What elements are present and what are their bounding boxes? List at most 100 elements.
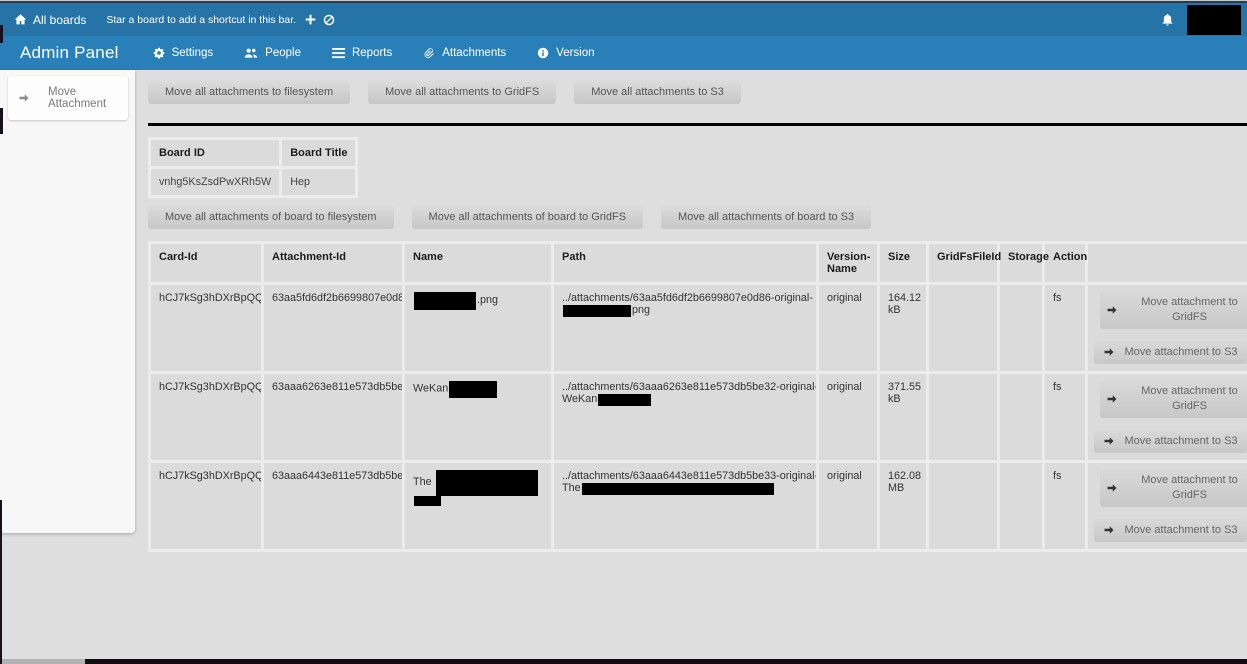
nav-item-label: People [265, 47, 301, 59]
storage-cell [1000, 374, 1042, 460]
card-id-cell: hCJ7kSg3hDXrBpQQa [151, 285, 261, 371]
move-all-attachments-to-filesystem-button[interactable]: Move all attachments to filesystem [148, 80, 350, 104]
board-table-row: vnhg5KsZsdPwXRh5WHep [151, 169, 355, 195]
nav-item-attachments[interactable]: Attachments [423, 47, 506, 59]
screen-edge-artifact [0, 25, 3, 43]
path-cell: ../attachments/63aaa6263e811e573db5be32-… [554, 374, 816, 460]
screen-edge-artifact [0, 500, 2, 664]
nav-item-people[interactable]: People [244, 47, 301, 59]
arrow-right-icon [18, 92, 30, 104]
card-id-cell: hCJ7kSg3hDXrBpQQa [151, 463, 261, 549]
redacted-box [414, 292, 476, 310]
board-actions-row: Move all attachments of board to filesys… [148, 205, 1247, 229]
main-content: Move all attachments to filesystem Move a… [135, 70, 1247, 552]
info-icon [537, 47, 549, 59]
move-all-attachments-to-s3-button[interactable]: Move all attachments to S3 [574, 80, 741, 104]
user-avatar-redacted[interactable] [1187, 5, 1241, 35]
attachments-table-header: Card-Id [151, 244, 261, 282]
move-all-attachments-of-board-to-gridfs-button[interactable]: Move all attachments of board to GridFS [412, 205, 643, 229]
ban-icon[interactable] [323, 14, 335, 26]
gridfs-file-id-cell [929, 374, 997, 460]
board-table-header: Board Title [282, 140, 355, 166]
button-label: Move attachment to GridFS [1127, 295, 1247, 325]
path-cell: ../attachments/63aa5fd6df2b6699807e0d86-… [554, 285, 816, 371]
attachment-id-cell: 63aaa6263e811e573db5be32 [264, 374, 402, 460]
button-label: Move attachment to S3 [1124, 434, 1237, 449]
button-label: Move attachment to GridFS [1127, 384, 1247, 414]
screen-edge-artifact [0, 108, 3, 134]
board-table-cell: Hep [282, 169, 355, 195]
attachments-table-header: Storage [1000, 244, 1042, 282]
nav-item-label: Settings [172, 47, 214, 59]
board-table: Board IDBoard Title vnhg5KsZsdPwXRh5WHep [148, 137, 358, 198]
nav-item-reports[interactable]: Reports [332, 47, 392, 59]
button-label: Move attachment to GridFS [1127, 473, 1247, 503]
attachments-table-header: Version-Name [819, 244, 877, 282]
attachment-id-cell: 63aaa6443e811e573db5be33 [264, 463, 402, 549]
redacted-box [449, 381, 497, 398]
arrow-right-icon [1106, 393, 1118, 405]
nav-item-label: Attachments [442, 47, 506, 59]
board-table-header: Board ID [151, 140, 279, 166]
action-cell: fs [1045, 374, 1085, 460]
home-icon [14, 13, 27, 26]
attachments-table-header: Path [554, 244, 816, 282]
action-cell: fs [1045, 463, 1085, 549]
attachment-row: hCJ7kSg3hDXrBpQQa63aaa6443e811e573db5be3… [151, 463, 1247, 549]
name-cell: The [405, 463, 551, 549]
attachments-table-header: Action [1045, 244, 1085, 282]
nav-item-label: Version [556, 47, 594, 59]
version-name-cell: original [819, 285, 877, 371]
version-name-cell: original [819, 374, 877, 460]
move-attachment-to-s3-button[interactable]: Move attachment to S3 [1094, 519, 1247, 542]
size-cell: 371.55 kB [880, 374, 926, 460]
button-label: Move attachment to S3 [1124, 523, 1237, 538]
storage-cell [1000, 463, 1042, 549]
page-title: Admin Panel [20, 43, 119, 63]
move-all-attachments-of-board-to-filesystem-button[interactable]: Move all attachments of board to filesys… [148, 205, 394, 229]
cell-text: ../attachments/63aa5fd6df2b6699807e0d86-… [562, 292, 813, 304]
move-all-attachments-to-gridfs-button[interactable]: Move all attachments to GridFS [368, 80, 556, 104]
move-attachment-to-s3-button[interactable]: Move attachment to S3 [1094, 341, 1247, 364]
attachments-table-header: GridFsFileId [929, 244, 997, 282]
move-attachment-to-s3-button[interactable]: Move attachment to S3 [1094, 430, 1247, 453]
global-actions-row: Move all attachments to filesystem Move a… [148, 80, 1247, 104]
nav-item-settings[interactable]: Settings [153, 47, 214, 59]
attachments-table: Card-IdAttachment-IdNamePathVersion-Name… [148, 241, 1247, 552]
bell-icon[interactable] [1161, 13, 1174, 26]
redacted-box [436, 470, 538, 496]
cell-text: ../attachments/63aaa6443e811e573db5be33-… [562, 470, 816, 482]
storage-cell [1000, 285, 1042, 371]
plus-icon[interactable] [305, 14, 316, 25]
nav-item-version[interactable]: Version [537, 47, 594, 59]
attachments-table-header: Name [405, 244, 551, 282]
screen-edge-artifact-bottom-black [85, 659, 1247, 664]
admin-header: Admin Panel Settings People Reports Attachm… [0, 36, 1247, 70]
nav-item-label: Reports [352, 47, 392, 59]
gridfs-file-id-cell [929, 285, 997, 371]
path-cell: ../attachments/63aaa6443e811e573db5be33-… [554, 463, 816, 549]
move-attachment-to-gridfs-button[interactable]: Move attachment to GridFS [1100, 291, 1247, 329]
attachments-table-header: Attachment-Id [264, 244, 402, 282]
size-cell: 164.12 kB [880, 285, 926, 371]
move-attachment-to-gridfs-button[interactable]: Move attachment to GridFS [1100, 469, 1247, 507]
row-actions-cell: Move attachment to GridFS Move attachment… [1088, 374, 1247, 460]
move-all-attachments-of-board-to-s3-button[interactable]: Move all attachments of board to S3 [661, 205, 871, 229]
redacted-box [598, 394, 651, 406]
sidebar-item-move-attachment[interactable]: Move Attachment [8, 76, 128, 120]
attachments-table-header: Size [880, 244, 926, 282]
cell-text: WeKan [413, 382, 448, 394]
cell-text: ../attachments/63aaa6263e811e573db5be32-… [562, 381, 816, 393]
move-attachment-to-gridfs-button[interactable]: Move attachment to GridFS [1100, 380, 1247, 418]
arrow-right-icon [1103, 524, 1115, 536]
people-icon [244, 47, 258, 59]
topbar: All boards Star a board to add a shortcu… [0, 3, 1247, 36]
all-boards-link[interactable]: All boards [14, 13, 86, 27]
row-actions-cell: Move attachment to GridFS Move attachment… [1088, 285, 1247, 371]
attachment-row: hCJ7kSg3hDXrBpQQa63aaa6263e811e573db5be3… [151, 374, 1247, 460]
redacted-box [563, 305, 631, 317]
cell-text: .png [477, 294, 498, 306]
divider [148, 123, 1247, 126]
cell-text: WeKan [562, 393, 597, 405]
cell-text: The [562, 482, 581, 494]
